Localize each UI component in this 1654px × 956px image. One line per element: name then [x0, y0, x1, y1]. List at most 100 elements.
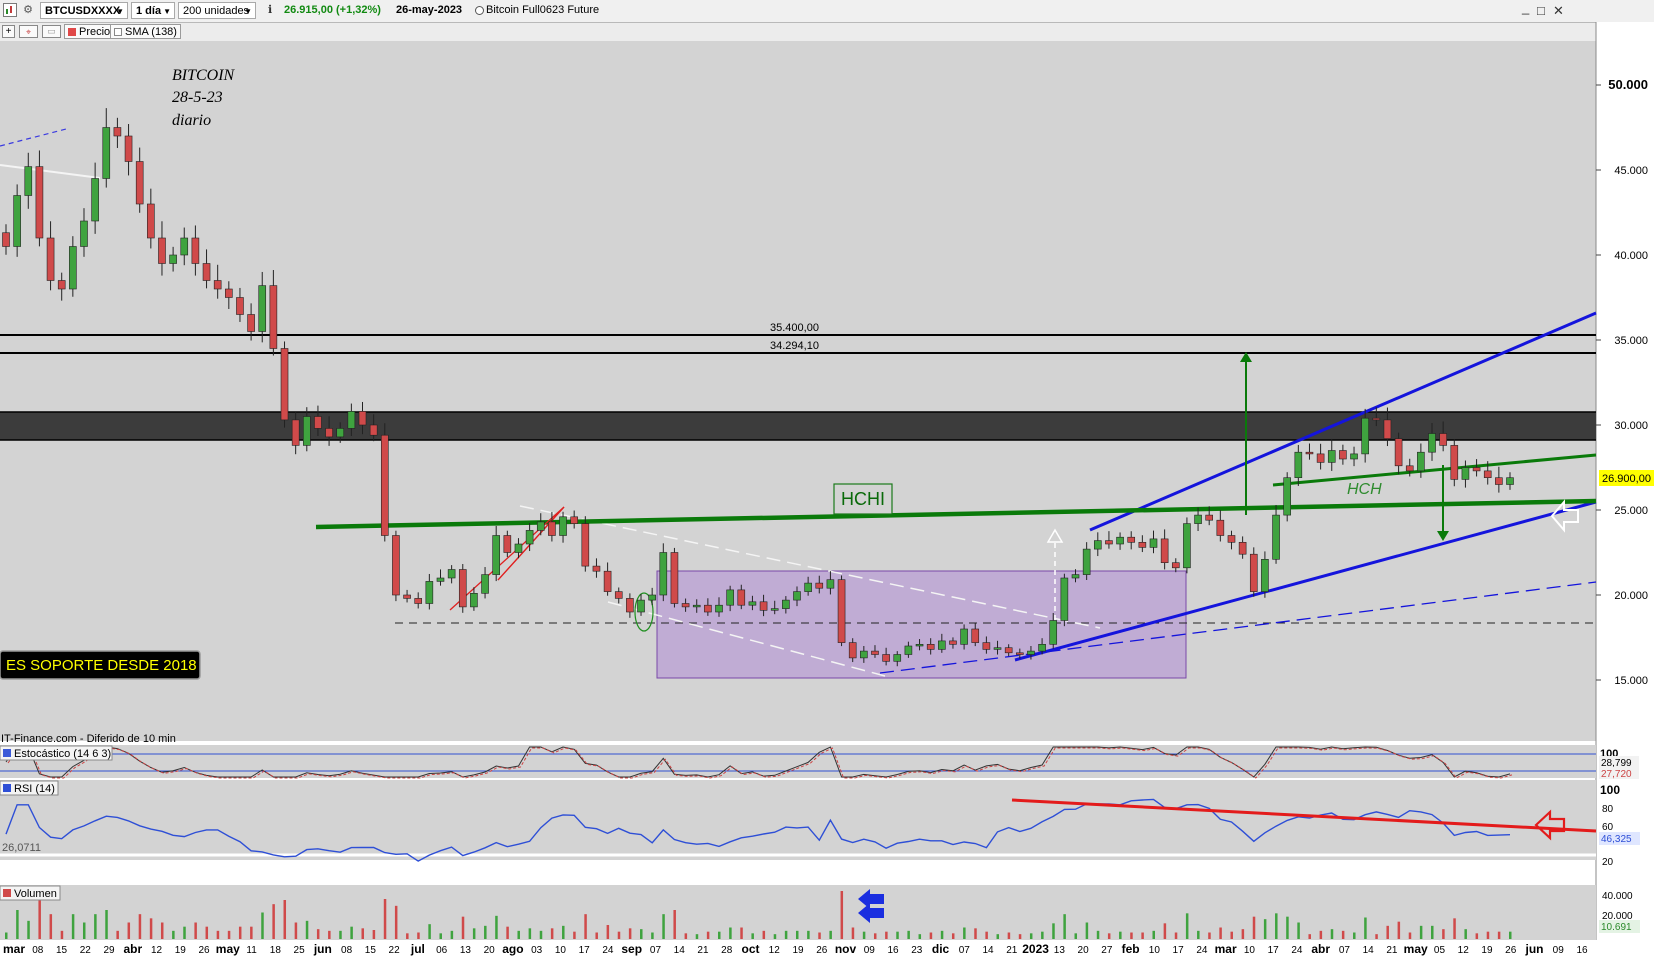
candle[interactable] — [1227, 535, 1236, 543]
candle[interactable] — [403, 594, 411, 599]
candle[interactable] — [492, 535, 500, 575]
candle[interactable] — [1116, 536, 1124, 545]
candle[interactable] — [704, 604, 712, 613]
candle[interactable] — [1439, 433, 1447, 446]
candle[interactable] — [314, 416, 322, 429]
candle[interactable] — [536, 521, 545, 531]
candle[interactable] — [503, 535, 512, 553]
candle[interactable] — [782, 599, 790, 609]
candle[interactable] — [69, 246, 77, 290]
candle[interactable] — [1183, 523, 1191, 569]
candle[interactable] — [1417, 451, 1425, 472]
candle[interactable] — [236, 297, 244, 315]
candle[interactable] — [1394, 438, 1403, 467]
candle[interactable] — [91, 178, 99, 222]
candle[interactable] — [258, 285, 267, 332]
candle[interactable] — [793, 591, 801, 601]
candle[interactable] — [1405, 465, 1414, 472]
candle[interactable] — [1194, 514, 1202, 524]
candle[interactable] — [1105, 540, 1113, 545]
candle[interactable] — [1361, 417, 1369, 455]
candle[interactable] — [1327, 450, 1336, 463]
candle[interactable] — [737, 589, 746, 606]
candle[interactable] — [458, 569, 467, 608]
stoch-pane[interactable] — [0, 745, 1596, 778]
candle[interactable] — [202, 263, 211, 281]
candle[interactable] — [804, 582, 812, 592]
candle[interactable] — [425, 581, 434, 604]
candle[interactable] — [603, 570, 612, 592]
candle[interactable] — [1472, 467, 1481, 472]
rsi-pane[interactable] — [0, 780, 1596, 860]
candle[interactable] — [13, 195, 21, 247]
candle[interactable] — [949, 640, 957, 645]
candle[interactable] — [1372, 417, 1381, 421]
candle[interactable] — [1350, 453, 1358, 460]
candle[interactable] — [336, 428, 345, 438]
candle[interactable] — [369, 424, 378, 436]
candle[interactable] — [158, 237, 166, 264]
candle[interactable] — [915, 643, 924, 647]
candle[interactable] — [581, 523, 590, 567]
candle[interactable] — [759, 601, 768, 611]
candle[interactable] — [1038, 643, 1046, 652]
candle[interactable] — [1049, 620, 1058, 645]
candle[interactable] — [191, 237, 200, 264]
candle[interactable] — [302, 416, 311, 446]
candle[interactable] — [882, 654, 890, 662]
candle[interactable] — [24, 166, 33, 196]
candle[interactable] — [1428, 433, 1436, 453]
candle[interactable] — [169, 254, 177, 264]
candle[interactable] — [1160, 538, 1169, 564]
candle[interactable] — [1060, 577, 1069, 621]
candle[interactable] — [1506, 477, 1514, 485]
candle[interactable] — [692, 604, 701, 608]
candle[interactable] — [837, 579, 846, 643]
candle[interactable] — [1238, 541, 1247, 555]
candle[interactable] — [1093, 540, 1102, 550]
candle[interactable] — [904, 645, 913, 655]
candle[interactable] — [392, 535, 400, 596]
candle[interactable] — [926, 643, 935, 650]
candle[interactable] — [871, 650, 879, 655]
candle[interactable] — [726, 589, 734, 606]
candle[interactable] — [180, 237, 189, 256]
candle[interactable] — [938, 640, 946, 650]
candle[interactable] — [1071, 574, 1080, 579]
candle[interactable] — [380, 434, 389, 536]
candle[interactable] — [815, 582, 824, 589]
candle[interactable] — [1004, 647, 1013, 654]
candle[interactable] — [291, 419, 300, 446]
candle[interactable] — [1495, 477, 1503, 485]
candle[interactable] — [893, 654, 902, 662]
candle[interactable] — [626, 598, 634, 613]
candle[interactable] — [993, 647, 1002, 650]
candle[interactable] — [436, 577, 445, 582]
candle[interactable] — [860, 650, 868, 659]
candle[interactable] — [1171, 562, 1180, 569]
candle[interactable] — [57, 280, 66, 290]
candle[interactable] — [1483, 470, 1492, 478]
candle[interactable] — [102, 127, 111, 179]
candle[interactable] — [2, 232, 10, 247]
candle[interactable] — [135, 161, 144, 205]
candle[interactable] — [559, 516, 567, 536]
candle[interactable] — [80, 220, 88, 247]
candle[interactable] — [414, 598, 423, 604]
candle[interactable] — [826, 579, 835, 589]
candle[interactable] — [1283, 477, 1291, 516]
candle[interactable] — [548, 521, 556, 536]
candle[interactable] — [1294, 451, 1303, 479]
candle[interactable] — [748, 601, 757, 606]
candle[interactable] — [715, 604, 723, 613]
candle[interactable] — [614, 591, 623, 599]
candle[interactable] — [848, 642, 857, 659]
candle[interactable] — [147, 203, 155, 239]
candle[interactable] — [1272, 514, 1280, 560]
candle[interactable] — [1339, 450, 1347, 460]
candle[interactable] — [570, 516, 578, 524]
candle[interactable] — [971, 628, 980, 643]
candle[interactable] — [447, 569, 456, 579]
candle[interactable] — [1149, 538, 1158, 548]
candle[interactable] — [325, 428, 333, 438]
